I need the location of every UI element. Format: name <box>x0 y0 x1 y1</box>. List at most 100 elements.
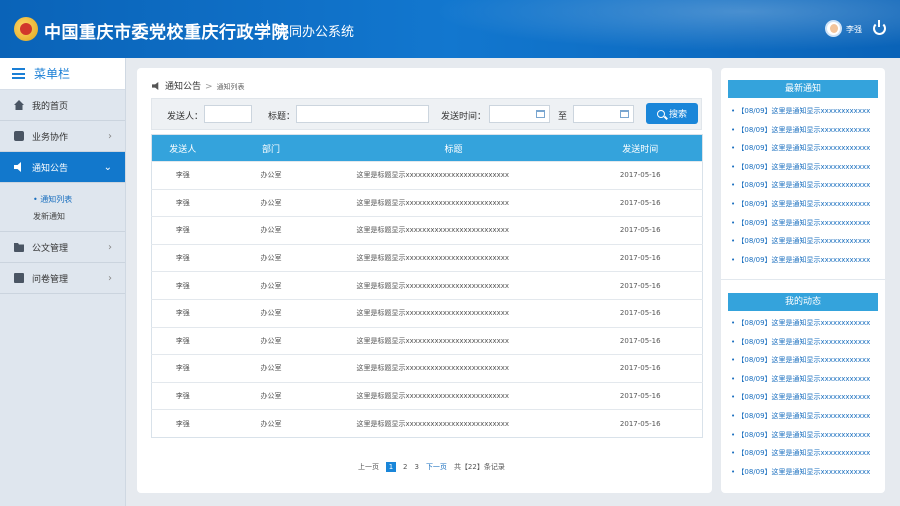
search-icon <box>656 109 665 118</box>
hamburger-icon[interactable] <box>12 68 25 79</box>
cell-title[interactable]: 这里是标题显示xxxxxxxxxxxxxxxxxxxxxxxxx <box>328 298 579 328</box>
cell-time: 2017-05-16 <box>578 354 703 383</box>
cell-title[interactable]: 这里是标题显示xxxxxxxxxxxxxxxxxxxxxxxxx <box>328 381 579 410</box>
latest-notice-item[interactable]: 【08/09】这里是通知显示xxxxxxxxxxxx <box>731 121 879 140</box>
sidebar-item-surveys[interactable]: 问卷管理 › <box>0 263 125 294</box>
cell-dept: 办公室 <box>213 243 329 272</box>
chevron-down-icon: ⌄ <box>103 162 112 173</box>
speaker-icon <box>14 162 21 172</box>
cell-title[interactable]: 这里是标题显示xxxxxxxxxxxxxxxxxxxxxxxxx <box>328 243 579 272</box>
table-row[interactable]: 李强 办公室 这里是标题显示xxxxxxxxxxxxxxxxxxxxxxxxx 201… <box>151 409 703 438</box>
speaker-icon <box>152 82 159 90</box>
cell-time: 2017-05-16 <box>578 216 703 245</box>
sidebar-item-label: 通知公告 <box>32 163 69 174</box>
latest-notice-item[interactable]: 【08/09】这里是通知显示xxxxxxxxxxxx <box>731 195 879 214</box>
latest-notice-item[interactable]: 【08/09】这里是通知显示xxxxxxxxxxxx <box>731 214 879 233</box>
next-page-link[interactable]: 下一页 <box>426 462 447 472</box>
column-header-time: 发送时间 <box>578 134 703 162</box>
page-2[interactable]: 2 <box>403 463 407 471</box>
chevron-right-icon: › <box>108 273 112 284</box>
notice-table: 发送人 部门 标题 发送时间 李强 办公室 这里是标题显示xxxxxxxxxxxxx… <box>151 134 703 438</box>
party-emblem-icon <box>14 17 38 41</box>
sidebar: 菜单栏 我的首页 业务协作 › 通知公告 ⌄ 通知列表 发新通知 公文管理 › … <box>0 58 126 506</box>
table-row[interactable]: 李强 办公室 这里是标题显示xxxxxxxxxxxxxxxxxxxxxxxxx 201… <box>151 188 703 217</box>
latest-notices-header: 最新通知 <box>728 80 878 98</box>
sidebar-item-business[interactable]: 业务协作 › <box>0 121 125 152</box>
table-row[interactable]: 李强 办公室 这里是标题显示xxxxxxxxxxxxxxxxxxxxxxxxx 201… <box>151 326 703 355</box>
latest-notice-item[interactable]: 【08/09】这里是通知显示xxxxxxxxxxxx <box>731 232 879 251</box>
menu-header[interactable]: 菜单栏 <box>0 58 125 90</box>
activity-item[interactable]: 【08/09】这里是通知显示xxxxxxxxxxxx <box>731 351 879 370</box>
user-avatar[interactable] <box>825 20 842 37</box>
title-label: 标题： <box>268 112 296 122</box>
sidebar-item-documents[interactable]: 公文管理 › <box>0 232 125 263</box>
activity-item[interactable]: 【08/09】这里是通知显示xxxxxxxxxxxx <box>731 407 879 426</box>
activity-item[interactable]: 【08/09】这里是通知显示xxxxxxxxxxxx <box>731 370 879 389</box>
subnav-notice-list[interactable]: 通知列表 <box>0 191 125 208</box>
latest-notice-item[interactable]: 【08/09】这里是通知显示xxxxxxxxxxxx <box>731 158 879 177</box>
cell-title[interactable]: 这里是标题显示xxxxxxxxxxxxxxxxxxxxxxxxx <box>328 409 579 438</box>
right-panel: 最新通知 【08/09】这里是通知显示xxxxxxxxxxxx【08/09】这里… <box>721 68 885 493</box>
activity-item[interactable]: 【08/09】这里是通知显示xxxxxxxxxxxx <box>731 444 879 463</box>
username[interactable]: 李强 <box>846 24 862 35</box>
cell-time: 2017-05-16 <box>578 409 703 438</box>
title-divider <box>267 20 268 38</box>
subnav-new-notice[interactable]: 发新通知 <box>0 208 125 225</box>
sidebar-item-notices[interactable]: 通知公告 ⌄ <box>0 152 125 183</box>
activity-item[interactable]: 【08/09】这里是通知显示xxxxxxxxxxxx <box>731 333 879 352</box>
pagination: 上一页 1 2 3 下一页 共【22】条记录 <box>358 462 505 472</box>
cell-dept: 办公室 <box>213 271 329 300</box>
send-time-label: 发送时间： <box>441 112 487 122</box>
calendar-icon[interactable] <box>536 110 545 118</box>
table-row[interactable]: 李强 办公室 这里是标题显示xxxxxxxxxxxxxxxxxxxxxxxxx 201… <box>151 271 703 300</box>
table-row[interactable]: 李强 办公室 这里是标题显示xxxxxxxxxxxxxxxxxxxxxxxxx 201… <box>151 354 703 383</box>
cell-title[interactable]: 这里是标题显示xxxxxxxxxxxxxxxxxxxxxxxxx <box>328 326 579 355</box>
cell-title[interactable]: 这里是标题显示xxxxxxxxxxxxxxxxxxxxxxxxx <box>328 216 579 245</box>
column-header-title: 标题 <box>328 134 579 162</box>
latest-notice-item[interactable]: 【08/09】这里是通知显示xxxxxxxxxxxx <box>731 102 879 121</box>
cell-sender: 李强 <box>151 161 214 190</box>
sender-input[interactable] <box>204 105 252 123</box>
activity-item[interactable]: 【08/09】这里是通知显示xxxxxxxxxxxx <box>731 463 879 482</box>
cell-time: 2017-05-16 <box>578 326 703 355</box>
activity-item[interactable]: 【08/09】这里是通知显示xxxxxxxxxxxx <box>731 426 879 445</box>
latest-notice-item[interactable]: 【08/09】这里是通知显示xxxxxxxxxxxx <box>731 139 879 158</box>
book-icon <box>14 273 24 283</box>
page-3[interactable]: 3 <box>414 463 418 471</box>
table-row[interactable]: 李强 办公室 这里是标题显示xxxxxxxxxxxxxxxxxxxxxxxxx 201… <box>151 381 703 410</box>
cell-dept: 办公室 <box>213 326 329 355</box>
prev-page-link[interactable]: 上一页 <box>358 462 379 472</box>
table-row[interactable]: 李强 办公室 这里是标题显示xxxxxxxxxxxxxxxxxxxxxxxxx 201… <box>151 298 703 328</box>
cell-title[interactable]: 这里是标题显示xxxxxxxxxxxxxxxxxxxxxxxxx <box>328 354 579 383</box>
title-input[interactable] <box>296 105 429 123</box>
activity-item[interactable]: 【08/09】这里是通知显示xxxxxxxxxxxx <box>731 388 879 407</box>
page-1[interactable]: 1 <box>386 462 396 472</box>
table-row[interactable]: 李强 办公室 这里是标题显示xxxxxxxxxxxxxxxxxxxxxxxxx 201… <box>151 216 703 245</box>
folder-icon <box>14 243 24 252</box>
sidebar-item-label: 公文管理 <box>32 243 69 254</box>
cell-title[interactable]: 这里是标题显示xxxxxxxxxxxxxxxxxxxxxxxxx <box>328 161 579 190</box>
cell-sender: 李强 <box>151 271 214 300</box>
cell-title[interactable]: 这里是标题显示xxxxxxxxxxxxxxxxxxxxxxxxx <box>328 271 579 300</box>
cell-sender: 李强 <box>151 409 214 438</box>
activity-item[interactable]: 【08/09】这里是通知显示xxxxxxxxxxxx <box>731 314 879 333</box>
top-header: 中国重庆市委党校重庆行政学院 协同办公系统 李强 <box>0 0 900 58</box>
end-date-field[interactable] <box>573 105 634 123</box>
start-date-field[interactable] <box>489 105 550 123</box>
sidebar-item-label: 问卷管理 <box>32 274 69 285</box>
cell-time: 2017-05-16 <box>578 188 703 217</box>
table-row[interactable]: 李强 办公室 这里是标题显示xxxxxxxxxxxxxxxxxxxxxxxxx 201… <box>151 161 703 190</box>
breadcrumb-root[interactable]: 通知公告 <box>165 82 201 92</box>
search-button[interactable]: 搜索 <box>646 103 698 124</box>
cell-dept: 办公室 <box>213 354 329 383</box>
sidebar-item-home[interactable]: 我的首页 <box>0 90 125 121</box>
latest-notices-list: 【08/09】这里是通知显示xxxxxxxxxxxx【08/09】这里是通知显示… <box>731 102 879 269</box>
latest-notice-item[interactable]: 【08/09】这里是通知显示xxxxxxxxxxxx <box>731 176 879 195</box>
calendar-icon[interactable] <box>620 110 629 118</box>
cell-dept: 办公室 <box>213 216 329 245</box>
latest-notice-item[interactable]: 【08/09】这里是通知显示xxxxxxxxxxxx <box>731 251 879 270</box>
table-row[interactable]: 李强 办公室 这里是标题显示xxxxxxxxxxxxxxxxxxxxxxxxx 201… <box>151 243 703 272</box>
breadcrumb-separator: > <box>205 82 213 92</box>
logout-power-icon[interactable] <box>873 20 886 35</box>
cell-title[interactable]: 这里是标题显示xxxxxxxxxxxxxxxxxxxxxxxxx <box>328 188 579 217</box>
